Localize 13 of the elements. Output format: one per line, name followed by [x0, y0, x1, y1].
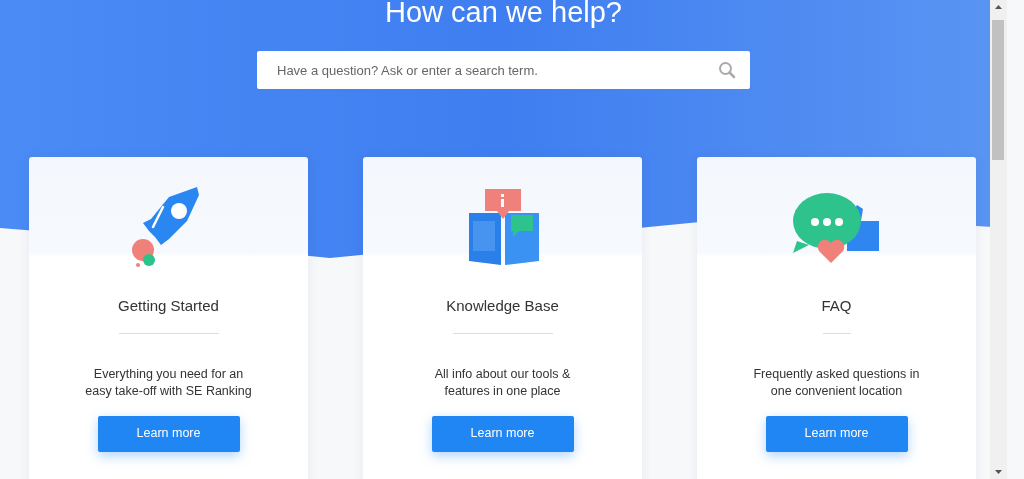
learn-more-button[interactable]: Learn more: [97, 415, 240, 452]
learn-more-button[interactable]: Learn more: [765, 415, 908, 452]
search-field[interactable]: Have a question? Ask or enter a search term.: [257, 51, 750, 89]
card-title: FAQ: [821, 296, 852, 316]
card-description: All info about our tools & features in one place: [433, 365, 572, 400]
page-title: How can we help?: [384, 0, 623, 26]
card-description: Frequently asked questions in one convenient location: [752, 365, 921, 400]
card-description: Everything you need for an easy take-off with SE Ranking: [84, 365, 253, 400]
learn-more-button[interactable]: Learn more: [431, 415, 574, 452]
scrollbar[interactable]: [990, 0, 1007, 479]
card-title: Getting Started: [118, 296, 219, 316]
search-icon: [718, 61, 736, 79]
card-title: Knowledge Base: [446, 296, 559, 316]
